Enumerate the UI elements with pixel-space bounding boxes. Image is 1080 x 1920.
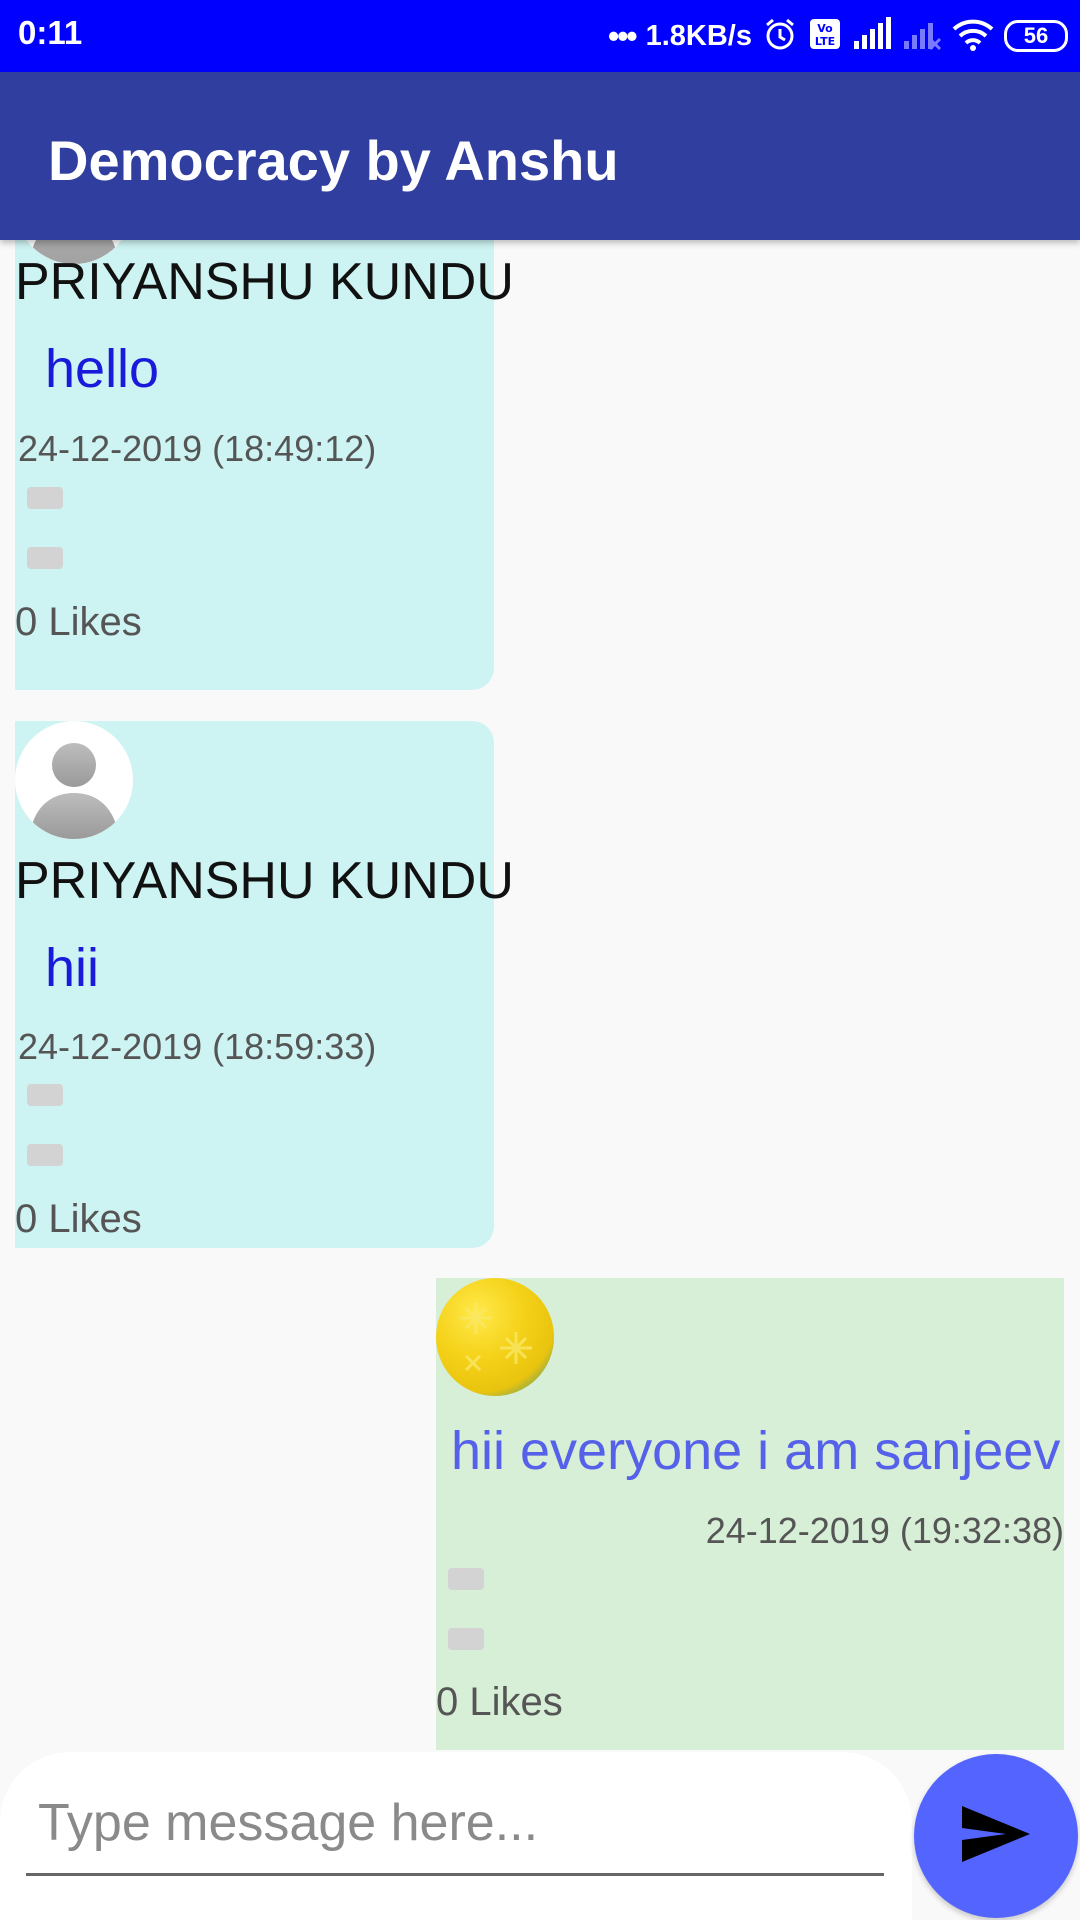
message-card[interactable]: PRIYANSHU KUNDU hii 24-12-2019 (18:59:33… [15,721,514,1248]
message-text: hii everyone i am sanjeev [451,1421,1061,1481]
like-button[interactable] [27,487,63,509]
alarm-icon [762,16,798,57]
signal-icon [852,16,892,56]
like-button[interactable] [448,1568,484,1590]
message-composer [0,1752,912,1920]
message-text: hello [45,339,160,399]
sender-name: PRIYANSHU KUNDU [15,253,514,311]
app-title: Democracy by Anshu [48,129,619,192]
message-list[interactable]: PRIYANSHU KUNDU hello 24-12-2019 (18:49:… [0,240,1080,1750]
message-input[interactable] [26,1772,884,1876]
dislike-button[interactable] [448,1628,484,1650]
signal-no-sim-icon [902,17,942,56]
sender-name: PRIYANSHU KUNDU [15,852,514,910]
likes-count: 0 Likes [436,1680,563,1724]
status-bar: 0:11 ••• 1.8KB/s Vo LTE 56 [0,0,1080,72]
status-time: 0:11 [18,14,83,51]
status-icons: ••• 1.8KB/s Vo LTE 56 [608,12,1068,60]
likes-count: 0 Likes [15,600,142,644]
message-card[interactable]: PRIYANSHU KUNDU hello 24-12-2019 (18:49:… [15,240,514,690]
default-avatar-icon [15,721,133,839]
message-timestamp: 24-12-2019 (19:32:38) [705,1510,1064,1551]
app-bar: Democracy by Anshu [0,72,1080,240]
send-button[interactable] [914,1754,1078,1918]
svg-text:Vo: Vo [817,22,833,35]
flower-avatar-icon [436,1278,554,1396]
message-card[interactable]: hii everyone i am sanjeev 24-12-2019 (19… [436,1278,1064,1750]
battery-icon: 56 [1004,20,1068,52]
volte-icon: Vo LTE [808,17,842,56]
send-icon [958,1802,1034,1871]
svg-text:LTE: LTE [815,35,835,48]
dislike-button[interactable] [27,547,63,569]
message-text: hii [45,938,100,998]
notification-dots: ••• [608,17,638,54]
wifi-icon [952,17,994,56]
message-timestamp: 24-12-2019 (18:49:12) [18,428,377,469]
dislike-button[interactable] [27,1144,63,1166]
like-button[interactable] [27,1084,63,1106]
likes-count: 0 Likes [15,1197,142,1241]
message-timestamp: 24-12-2019 (18:59:33) [18,1026,377,1067]
network-speed: 1.8KB/s [645,19,752,52]
